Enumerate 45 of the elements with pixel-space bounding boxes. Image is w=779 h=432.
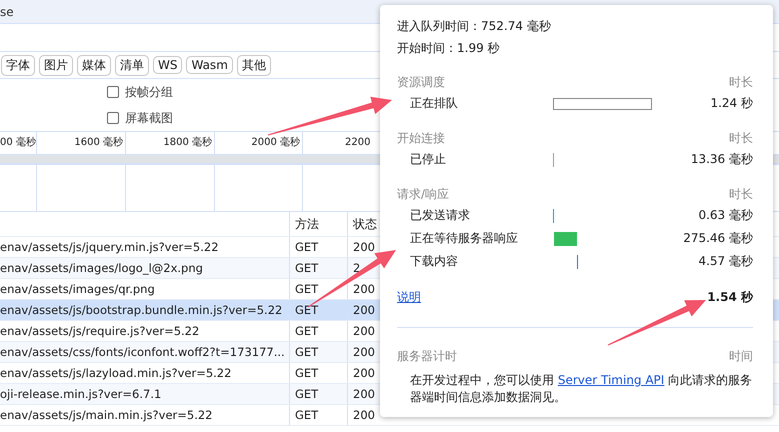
phase-label: 已停止 — [409, 151, 447, 168]
section-title: 资源调度 — [397, 74, 445, 90]
panel-title: se — [0, 4, 14, 18]
total-duration: 1.54 秒 — [707, 288, 753, 306]
column-header: 时长 — [729, 186, 753, 202]
table-cell: GET — [289, 342, 347, 362]
table-cell-text: enav/assets/js/lazyload.min.js?ver=5.22 — [0, 366, 232, 380]
column-header: 时长 — [729, 130, 753, 146]
section-title: 开始连接 — [397, 130, 445, 146]
section-title: 服务器计时 — [397, 348, 457, 364]
table-cell-text: enav/assets/js/main.min.js?ver=5.22 — [0, 408, 214, 422]
table-cell: GET — [289, 321, 347, 341]
duration-value: 0.63 毫秒 — [697, 207, 753, 224]
phase-label: 正在等待服务器响应 — [409, 230, 519, 247]
table-cell: GET — [289, 384, 347, 404]
duration-value: 1.24 秒 — [709, 95, 753, 112]
table-cell-text: oji-release.min.js?ver=6.7.1 — [0, 387, 162, 401]
table-cell: GET — [289, 363, 347, 383]
table-cell: GET — [289, 258, 347, 278]
phase-label: 正在排队 — [409, 95, 459, 112]
table-cell-text: enav/assets/images/logo_l@2x.png — [0, 261, 204, 275]
duration-value: 4.57 毫秒 — [697, 253, 753, 270]
column-header: 时长 — [729, 74, 753, 90]
column-header: 时间 — [729, 348, 753, 364]
table-cell-text: enav/assets/js/require.js?ver=5.22 — [0, 324, 200, 338]
timeline-tick: 1800 毫秒 — [126, 132, 215, 154]
table-cell-text: enav/assets/images/qr.png — [0, 282, 156, 296]
timeline-tick: 2200 — [344, 136, 372, 150]
section-title: 请求/响应 — [397, 186, 450, 202]
duration-value: 13.36 毫秒 — [690, 151, 753, 168]
timeline-tick: 1600 毫秒 — [37, 132, 126, 154]
table-cell-text: enav/assets/js/jquery.min.js?ver=5.22 — [0, 240, 220, 254]
table-cell: GET — [289, 405, 347, 425]
checkbox-label: 按帧分组 — [125, 84, 173, 100]
checkbox-label: 屏幕截图 — [125, 110, 173, 126]
table-cell: GET — [289, 237, 347, 257]
timeline-tick: 00 毫秒 — [0, 132, 37, 154]
duration-value: 275.46 毫秒 — [682, 230, 753, 247]
server-timing-note: 在开发过程中，您可以使用 Server Timing API 向此请求的服务器端时间信息添加数据洞见。 — [410, 372, 753, 406]
phase-label: 已发送请求 — [409, 207, 471, 224]
table-cell-text: enav/assets/css/fonts/iconfont.woff2?t=173177... — [0, 345, 286, 359]
phase-label: 下载内容 — [409, 253, 459, 270]
start-time: 开始时间：1.99 秒 — [397, 40, 501, 57]
queued-time: 进入队列时间：752.74 毫秒 — [397, 18, 552, 35]
table-cell-text: enav/assets/js/bootstrap.bundle.min.js?ver=5.22 — [0, 303, 284, 317]
